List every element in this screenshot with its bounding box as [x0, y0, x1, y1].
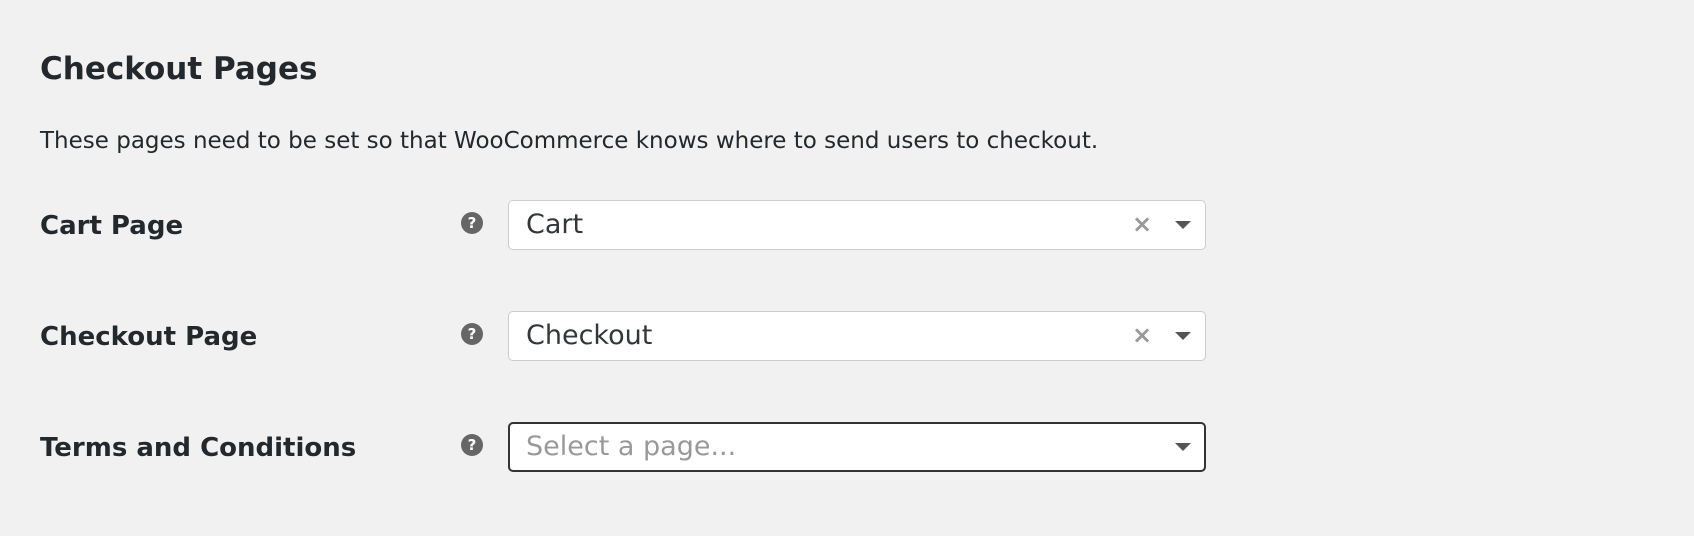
checkout-page-row: Checkout Page ? Checkout × — [40, 311, 1660, 363]
chevron-down-icon[interactable] — [1175, 332, 1191, 340]
checkout-page-select[interactable]: Checkout × — [508, 311, 1206, 361]
checkout-page-label: Checkout Page — [40, 322, 258, 352]
checkout-page-selected-value: Checkout — [526, 320, 653, 351]
terms-page-placeholder: Select a page... — [526, 431, 737, 462]
help-icon[interactable]: ? — [461, 212, 483, 234]
terms-page-select[interactable]: Select a page... — [508, 422, 1206, 472]
chevron-down-icon[interactable] — [1175, 443, 1191, 451]
help-icon[interactable]: ? — [461, 323, 483, 345]
section-description: These pages need to be set so that WooCo… — [40, 128, 1099, 154]
section-title: Checkout Pages — [40, 51, 318, 87]
terms-page-row: Terms and Conditions ? Select a page... — [40, 422, 1660, 474]
chevron-down-icon[interactable] — [1175, 221, 1191, 229]
cart-page-row: Cart Page ? Cart × — [40, 200, 1660, 252]
clear-icon[interactable]: × — [1132, 320, 1152, 350]
cart-page-label: Cart Page — [40, 211, 184, 241]
clear-icon[interactable]: × — [1132, 209, 1152, 239]
cart-page-selected-value: Cart — [526, 209, 584, 240]
terms-page-label: Terms and Conditions — [40, 433, 357, 463]
help-icon[interactable]: ? — [461, 434, 483, 456]
cart-page-select[interactable]: Cart × — [508, 200, 1206, 250]
